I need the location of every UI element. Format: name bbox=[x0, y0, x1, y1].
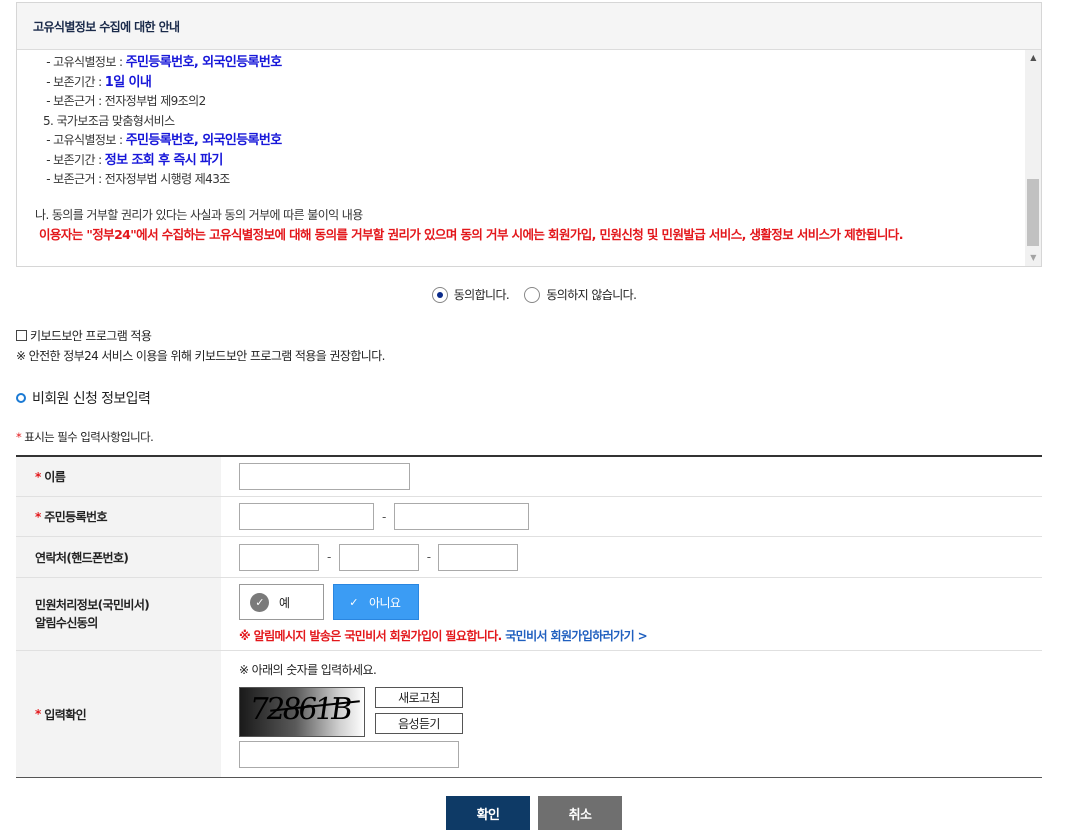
scroll-down-icon[interactable]: ▼ bbox=[1025, 250, 1041, 266]
rrn-label: * 주민등록번호 bbox=[16, 497, 221, 536]
notify-yes-button[interactable]: ✓ 예 bbox=[239, 584, 324, 620]
check-icon: ✓ bbox=[250, 592, 269, 612]
name-label: * 이름 bbox=[16, 457, 221, 496]
section-title: 비회원 신청 정보입력 bbox=[16, 388, 151, 408]
disagree-radio[interactable] bbox=[524, 286, 541, 303]
notify-row: 민원처리정보(국민비서) 알림수신동의 ✓ 예 ✓ 아니요 ※ 알림메시지 발송… bbox=[16, 578, 1042, 651]
phone-row: 연락처(핸드폰번호) - - bbox=[16, 537, 1042, 578]
keyboard-security-note: ※ 안전한 정부24 서비스 이용을 위해 키보드보안 프로그램 적용을 권장합… bbox=[16, 349, 385, 363]
notice-scroll-area[interactable]: - 고유식별정보 : 주민등록번호, 외국인등록번호 - 보존기간 : 1일 이… bbox=[17, 50, 1041, 266]
captcha-input[interactable] bbox=[239, 740, 459, 768]
captcha-image: 72861B bbox=[239, 686, 365, 737]
notice-line: - 고유식별정보 : 주민등록번호, 외국인등록번호 bbox=[46, 133, 282, 148]
kookmin-secretary-signup-link[interactable]: 국민비서 회원가입하러가기 > bbox=[505, 629, 648, 643]
scroll-up-icon[interactable]: ▲ bbox=[1025, 50, 1041, 66]
captcha-refresh-button[interactable]: 새로고침 bbox=[375, 686, 463, 708]
phone-label: 연락처(핸드폰번호) bbox=[16, 537, 221, 577]
notify-label: 민원처리정보(국민비서) 알림수신동의 bbox=[16, 578, 221, 650]
confirm-button[interactable]: 확인 bbox=[446, 796, 530, 830]
disagree-label: 동의하지 않습니다. bbox=[546, 288, 637, 302]
notice-line: - 보존근거 : 전자정부법 시행령 제43조 bbox=[46, 172, 230, 186]
name-row: * 이름 bbox=[16, 457, 1042, 497]
rrn-front-input[interactable] bbox=[239, 503, 374, 530]
scroll-thumb[interactable] bbox=[1027, 179, 1039, 246]
required-note: * 표시는 필수 입력사항입니다. bbox=[16, 430, 154, 444]
agree-radio[interactable] bbox=[431, 286, 448, 303]
notify-no-button[interactable]: ✓ 아니요 bbox=[333, 584, 419, 620]
phone-part3-input[interactable] bbox=[438, 543, 519, 571]
check-icon: ✓ bbox=[349, 595, 358, 609]
refusal-heading: 나. 동의를 거부할 권리가 있다는 사실과 동의 거부에 따른 불이익 내용 bbox=[35, 207, 363, 222]
captcha-label: * 입력확인 bbox=[16, 651, 221, 777]
name-input[interactable] bbox=[239, 463, 410, 490]
action-buttons: 확인 취소 bbox=[0, 796, 1068, 830]
rrn-back-input[interactable] bbox=[393, 503, 529, 530]
phone-part1-input[interactable] bbox=[239, 543, 319, 571]
notice-line: - 보존기간 : 1일 이내 bbox=[46, 74, 152, 90]
agree-label: 동의합니다. bbox=[453, 288, 510, 302]
agreement-radio-group: 동의합니다. 동의하지 않습니다. bbox=[0, 286, 1068, 306]
rrn-row: * 주민등록번호 - bbox=[16, 497, 1042, 537]
captcha-row: * 입력확인 ※ 아래의 숫자를 입력하세요. 72861B 새로고침 음성듣기 bbox=[16, 651, 1042, 777]
agree-radio-option[interactable]: 동의합니다. bbox=[431, 286, 510, 303]
captcha-instruction: ※ 아래의 숫자를 입력하세요. bbox=[239, 662, 377, 677]
notice-title: 고유식별정보 수집에 대한 안내 bbox=[17, 3, 1041, 50]
bullet-ring-icon bbox=[16, 393, 26, 403]
notice-line: 5. 국가보조금 맞춤형서비스 bbox=[43, 113, 175, 128]
notice-line: - 고유식별정보 : 주민등록번호, 외국인등록번호 bbox=[46, 55, 282, 70]
notify-note: ※ 알림메시지 발송은 국민비서 회원가입이 필요합니다. 국민비서 회원가입하… bbox=[239, 629, 648, 643]
applicant-form: * 이름 * 주민등록번호 - 연락처(핸드폰번호) - - 민원처리정보(국민… bbox=[16, 455, 1042, 778]
refusal-warning: 이용자는 "정부24"에서 수집하는 고유식별정보에 대해 동의를 거부할 권리… bbox=[39, 227, 903, 242]
notice-line: - 보존근거 : 전자정부법 제9조의2 bbox=[46, 94, 206, 108]
phone-part2-input[interactable] bbox=[338, 543, 419, 571]
disagree-radio-option[interactable]: 동의하지 않습니다. bbox=[524, 286, 637, 303]
unique-id-notice-panel: 고유식별정보 수집에 대한 안내 - 고유식별정보 : 주민등록번호, 외국인등… bbox=[16, 2, 1042, 267]
notice-scrollbar[interactable]: ▲ ▼ bbox=[1025, 50, 1041, 266]
cancel-button[interactable]: 취소 bbox=[538, 796, 622, 830]
keyboard-security-checkbox[interactable] bbox=[16, 330, 27, 341]
notice-line: - 보존기간 : 정보 조회 후 즉시 파기 bbox=[46, 152, 223, 168]
keyboard-security-label: 키보드보안 프로그램 적용 bbox=[30, 329, 152, 343]
captcha-audio-button[interactable]: 음성듣기 bbox=[375, 712, 463, 734]
keyboard-security-option[interactable]: 키보드보안 프로그램 적용 bbox=[16, 327, 152, 344]
